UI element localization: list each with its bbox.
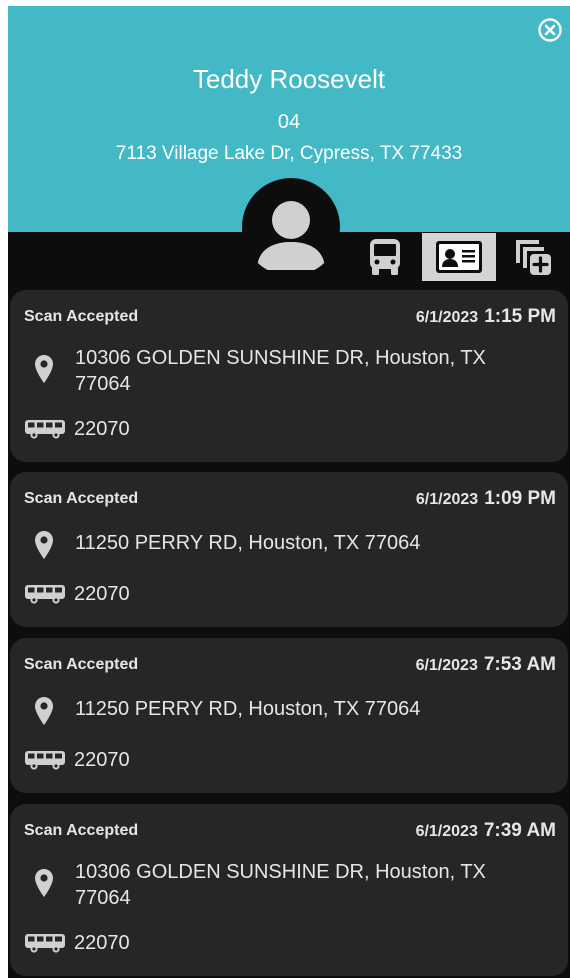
bus-number: 22070 bbox=[74, 418, 130, 440]
app-frame: Teddy Roosevelt 04 7113 Village Lake Dr,… bbox=[0, 0, 570, 978]
tab-add-multiple[interactable] bbox=[502, 233, 564, 281]
scan-datetime: 6/1/2023 7:53 AM bbox=[416, 654, 556, 676]
scan-card[interactable]: Scan Accepted 6/1/2023 7:53 AM 11250 PERR… bbox=[10, 638, 568, 793]
scan-time: 7:53 AM bbox=[483, 654, 556, 675]
bus-icon bbox=[25, 751, 65, 770]
student-name: Teddy Roosevelt bbox=[192, 64, 386, 94]
bus-icon bbox=[25, 585, 65, 604]
scan-address: 10306 GOLDEN SUNSHINE DR, Houston, TX 77… bbox=[75, 347, 486, 395]
student-detail-panel: Teddy Roosevelt 04 7113 Village Lake Dr,… bbox=[8, 6, 570, 978]
scan-status: Scan Accepted bbox=[24, 822, 139, 839]
scan-date: 6/1/2023 bbox=[415, 823, 478, 840]
bus-number: 22070 bbox=[74, 749, 130, 771]
scan-date: 6/1/2023 bbox=[415, 309, 479, 326]
multi-add-icon bbox=[516, 240, 551, 275]
scan-datetime: 6/1/2023 7:39 AM bbox=[416, 820, 556, 842]
scan-date: 6/1/2023 bbox=[415, 657, 478, 674]
person-icon bbox=[257, 201, 325, 270]
scan-card[interactable]: Scan Accepted 6/1/2023 1:09 PM 11250 PERR… bbox=[10, 472, 568, 627]
id-card-icon bbox=[436, 241, 482, 273]
bus-icon bbox=[25, 934, 65, 953]
scan-status: Scan Accepted bbox=[24, 308, 139, 325]
avatar bbox=[242, 178, 340, 276]
location-pin-icon bbox=[35, 869, 53, 897]
location-pin-icon bbox=[35, 697, 53, 725]
close-icon bbox=[538, 18, 562, 42]
bus-icon bbox=[370, 239, 400, 275]
scan-address: 11250 PERRY RD, Houston, TX 77064 bbox=[75, 532, 421, 554]
tab-bus[interactable] bbox=[354, 233, 416, 281]
scan-time: 7:39 AM bbox=[483, 820, 556, 841]
bus-icon bbox=[25, 420, 65, 439]
scan-time: 1:15 PM bbox=[484, 306, 556, 327]
scan-datetime: 6/1/2023 1:15 PM bbox=[416, 306, 556, 328]
location-pin-icon bbox=[35, 531, 53, 559]
scan-address: 10306 GOLDEN SUNSHINE DR, Houston, TX 77… bbox=[75, 861, 486, 909]
scan-date: 6/1/2023 bbox=[415, 491, 479, 508]
scan-datetime: 6/1/2023 1:09 PM bbox=[416, 488, 556, 510]
scan-status: Scan Accepted bbox=[24, 490, 139, 507]
location-pin-icon bbox=[35, 355, 53, 383]
tab-id-card[interactable] bbox=[422, 233, 496, 281]
scan-time: 1:09 PM bbox=[484, 488, 556, 509]
view-tabs bbox=[348, 233, 570, 283]
close-button[interactable] bbox=[538, 18, 562, 42]
scan-address: 11250 PERRY RD, Houston, TX 77064 bbox=[75, 698, 421, 720]
scan-card[interactable]: Scan Accepted 6/1/2023 1:15 PM 10306 GOLD… bbox=[10, 290, 568, 462]
scan-status: Scan Accepted bbox=[24, 656, 139, 673]
bus-number: 22070 bbox=[74, 583, 130, 605]
scan-card[interactable]: Scan Accepted 6/1/2023 7:39 AM 10306 GOLD… bbox=[10, 804, 568, 976]
bus-number: 22070 bbox=[74, 932, 130, 954]
student-address: 7113 Village Lake Dr, Cypress, TX 77433 bbox=[115, 143, 463, 164]
student-grade: 04 bbox=[277, 111, 301, 133]
